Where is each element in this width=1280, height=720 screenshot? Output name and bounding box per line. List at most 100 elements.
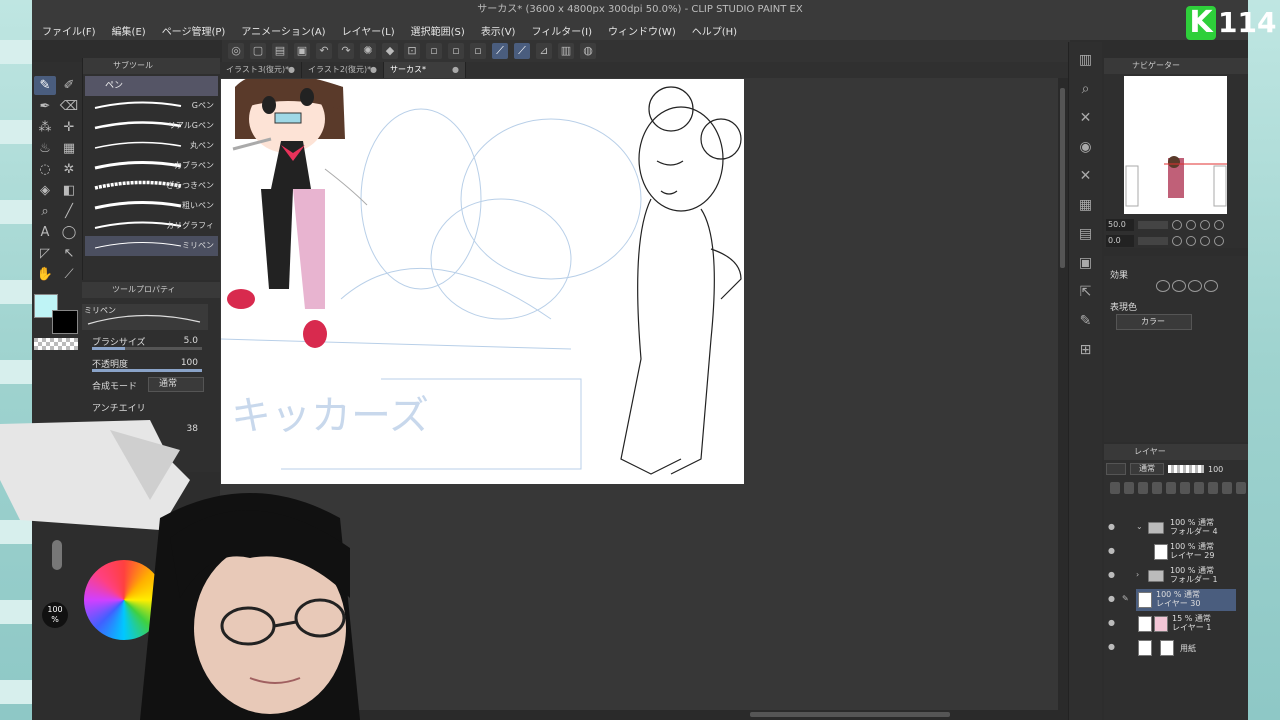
- object-tool-icon[interactable]: ↖: [58, 244, 80, 263]
- eye-icon[interactable]: ●: [1108, 643, 1118, 651]
- save-icon[interactable]: ▣: [294, 43, 310, 59]
- menu-view[interactable]: 表示(V): [481, 23, 516, 38]
- close-icon[interactable]: ●: [370, 62, 377, 78]
- eye-icon[interactable]: ●: [1108, 523, 1118, 531]
- rotate-left-icon[interactable]: [1172, 236, 1182, 246]
- lasso-tool-icon[interactable]: ◌: [34, 160, 56, 179]
- layer-row[interactable]: ● 用紙: [1104, 636, 1248, 660]
- frame-tool-icon[interactable]: ▦: [58, 139, 80, 158]
- eye-icon[interactable]: ●: [1108, 547, 1118, 555]
- rotate-right-icon[interactable]: [1186, 236, 1196, 246]
- layer-opacity-value[interactable]: 100: [1208, 465, 1223, 474]
- pencil-tool-icon[interactable]: ✐: [58, 76, 80, 95]
- rotate-slider[interactable]: [1138, 237, 1168, 245]
- effect-dots-icon[interactable]: [1188, 280, 1202, 292]
- blend-tool-icon[interactable]: ♨: [34, 139, 56, 158]
- menu-layer[interactable]: レイヤー(L): [342, 23, 395, 38]
- menu-selection[interactable]: 選択範囲(S): [411, 23, 465, 38]
- brush-coarse-pen[interactable]: 粗いペン: [85, 196, 218, 216]
- fill-tool-icon[interactable]: ◈: [34, 181, 56, 200]
- camera-icon[interactable]: ◉: [1076, 137, 1096, 157]
- antialias-row[interactable]: アンチエイリ: [82, 396, 220, 418]
- gradient-tool-icon[interactable]: ◧: [58, 181, 80, 200]
- reference-icon[interactable]: [1138, 482, 1148, 494]
- folder-icon[interactable]: [1222, 482, 1232, 494]
- tab-circus[interactable]: サーカス* ●: [384, 62, 466, 78]
- drawing-canvas[interactable]: キッカーズ: [221, 79, 744, 484]
- actual-size-icon[interactable]: [1200, 220, 1210, 230]
- expression-color-select[interactable]: カラー: [1116, 314, 1192, 330]
- effect-tone-icon[interactable]: [1172, 280, 1186, 292]
- layer-opacity-slider[interactable]: [1168, 465, 1204, 473]
- new-file-icon[interactable]: ▢: [250, 43, 266, 59]
- decoration-tool-icon[interactable]: ⁂: [34, 118, 56, 137]
- delete-icon[interactable]: [1236, 482, 1246, 494]
- brush-round-pen[interactable]: 丸ペン: [85, 136, 218, 156]
- timeline-icon[interactable]: ⊞: [1076, 340, 1096, 360]
- text-tool-icon[interactable]: A: [34, 223, 56, 242]
- eye-icon[interactable]: ●: [1108, 571, 1118, 579]
- zoom-in-icon[interactable]: [1186, 220, 1196, 230]
- balloon-tool-icon[interactable]: ◯: [58, 223, 80, 242]
- chevron-right-icon[interactable]: ›: [1136, 570, 1139, 579]
- zoom-tool-icon[interactable]: ⌕: [34, 202, 56, 221]
- layer-row[interactable]: ● › 100 % 通常 フォルダー 1: [1104, 564, 1248, 588]
- settings-icon[interactable]: ▥: [558, 43, 574, 59]
- move-tool-icon[interactable]: ✛: [58, 118, 80, 137]
- reset-rotate-icon[interactable]: [1200, 236, 1210, 246]
- clip-studio-icon[interactable]: ◎: [228, 43, 244, 59]
- effect-layer-icon[interactable]: [1204, 280, 1218, 292]
- menu-filter[interactable]: フィルター(I): [531, 23, 592, 38]
- menu-edit[interactable]: 編集(E): [112, 23, 146, 38]
- clip-icon[interactable]: [1124, 482, 1134, 494]
- fill-icon[interactable]: ◆: [382, 43, 398, 59]
- export-icon[interactable]: ⇱: [1076, 282, 1096, 302]
- blend-mode-select[interactable]: 通常: [148, 377, 204, 392]
- transform-icon[interactable]: ⊡: [404, 43, 420, 59]
- layer-row[interactable]: ● 100 % 通常 レイヤー 29: [1104, 540, 1248, 564]
- vertical-scrollbar[interactable]: [1058, 78, 1068, 718]
- tab-illust3[interactable]: イラスト3(復元)* ●: [220, 62, 302, 78]
- open-file-icon[interactable]: ▤: [272, 43, 288, 59]
- undo-icon[interactable]: ↶: [316, 43, 332, 59]
- fit-icon[interactable]: [1214, 220, 1224, 230]
- hand-tool-icon[interactable]: ✋: [34, 265, 56, 284]
- brush-size-row[interactable]: ブラシサイズ 5.0: [82, 330, 220, 352]
- merge-icon[interactable]: [1208, 482, 1218, 494]
- magic-wand-icon[interactable]: ✲: [58, 160, 80, 179]
- image-icon[interactable]: ▣: [1076, 253, 1096, 273]
- companion-icon[interactable]: ◍: [580, 43, 596, 59]
- pen-tool-icon[interactable]: ✎: [34, 76, 56, 95]
- snap-special-ruler-icon[interactable]: ⟋: [514, 43, 530, 59]
- eye-icon[interactable]: ●: [1108, 619, 1118, 627]
- ruler-icon[interactable]: [1194, 482, 1204, 494]
- layer-mask-toggle[interactable]: [1106, 463, 1126, 475]
- snap-grid-icon[interactable]: ⊿: [536, 43, 552, 59]
- layer-row[interactable]: ● ⌄ 100 % 通常 フォルダー 4: [1104, 516, 1248, 540]
- edit-icon[interactable]: ✎: [1076, 311, 1096, 331]
- subtool-group-tab[interactable]: ペン: [85, 76, 218, 96]
- brush-rough-pen[interactable]: ざらつきペン: [85, 176, 218, 196]
- chevron-down-icon[interactable]: ⌄: [1136, 522, 1143, 531]
- material-icon[interactable]: ▥: [1076, 50, 1096, 70]
- close-icon[interactable]: ✕: [1076, 166, 1096, 186]
- brush-milli-pen[interactable]: ミリペン: [85, 236, 218, 256]
- opacity-indicator[interactable]: 100%: [42, 602, 68, 628]
- brush-g-pen[interactable]: Gペン: [85, 96, 218, 116]
- blend-mode-row[interactable]: 合成モード 通常: [82, 374, 220, 396]
- brush-tool-icon[interactable]: ✒: [34, 97, 56, 116]
- new-layer-icon[interactable]: [1110, 482, 1120, 494]
- lock-transparent-icon[interactable]: [1166, 482, 1176, 494]
- zoom-value[interactable]: 50.0: [1106, 219, 1134, 231]
- zoom-slider[interactable]: [1138, 221, 1168, 229]
- eraser-tool-icon[interactable]: ⌫: [58, 97, 80, 116]
- line-tool-icon[interactable]: ╱: [58, 202, 80, 221]
- brush-size-handle[interactable]: [52, 540, 62, 570]
- opacity-row[interactable]: 不透明度 100: [82, 352, 220, 374]
- ruler-tool-icon[interactable]: ◸: [34, 244, 56, 263]
- layer-blend-select[interactable]: 通常: [1130, 463, 1164, 475]
- flip-icon[interactable]: [1214, 236, 1224, 246]
- zoom-out-icon[interactable]: [1172, 220, 1182, 230]
- menu-help[interactable]: ヘルプ(H): [692, 23, 737, 38]
- transparent-color-swatch[interactable]: [34, 338, 78, 350]
